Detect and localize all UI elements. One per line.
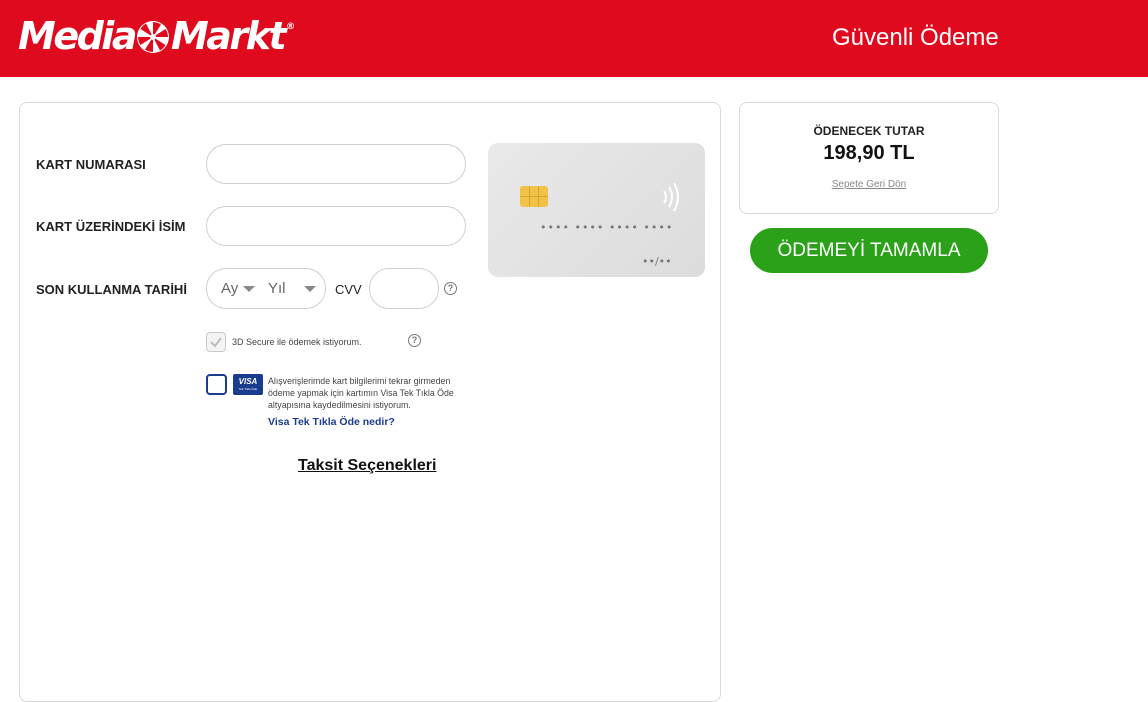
secure3d-help-icon[interactable]: ? xyxy=(408,334,421,347)
order-summary: ÖDENECEK TUTAR 198,90 TL Sepete Geri Dön xyxy=(739,102,999,214)
mediamarkt-logo[interactable]: Media Markt ® xyxy=(18,14,295,58)
cvv-label: CVV xyxy=(335,282,362,297)
visa-info-link[interactable]: Visa Tek Tıkla Öde nedir? xyxy=(268,416,395,428)
secure3d-checkbox[interactable] xyxy=(206,332,226,352)
month-chevron-down-icon xyxy=(243,286,255,292)
visa-logo: VISA Tek Tıkla Öde xyxy=(233,374,263,395)
top-header: Media Markt ® Güvenli Ödeme xyxy=(0,0,1148,77)
month-select[interactable]: Ay xyxy=(221,280,238,297)
checkmark-icon xyxy=(210,337,222,348)
card-name-input[interactable] xyxy=(206,206,466,246)
logo-text-markt: Markt xyxy=(170,14,287,58)
year-select[interactable]: Yıl xyxy=(268,280,286,297)
amount-label: ÖDENECEK TUTAR xyxy=(813,124,925,138)
installments-link[interactable]: Taksit Seçenekleri xyxy=(298,457,436,475)
visa-logo-subtext: Tek Tıkla Öde xyxy=(238,387,258,391)
page-title: Güvenli Ödeme xyxy=(832,24,999,51)
cvv-help-icon[interactable]: ? xyxy=(444,282,457,295)
secure3d-label: 3D Secure ile ödemek istiyorum. xyxy=(232,337,362,347)
card-preview: •••• •••• •••• •••• ••/•• xyxy=(488,143,705,277)
card-number-input[interactable] xyxy=(206,144,466,184)
cvv-input[interactable] xyxy=(369,268,439,309)
expiry-label: SON KULLANMA TARİHİ xyxy=(36,282,187,297)
card-chip-icon xyxy=(520,186,548,207)
card-expiry-mask: ••/•• xyxy=(642,255,672,268)
visa-logo-text: VISA xyxy=(238,377,258,386)
visa-save-text: Alışverişlerimde kart bilgilerimi tekrar… xyxy=(268,376,454,410)
card-number-label: KART NUMARASI xyxy=(36,157,146,172)
card-number-mask: •••• •••• •••• •••• xyxy=(540,221,674,234)
complete-payment-button[interactable]: ÖDEMEYİ TAMAMLA xyxy=(750,228,988,273)
card-form-panel: KART NUMARASI KART ÜZERİNDEKİ İSİM SON K… xyxy=(19,102,721,702)
logo-text-media: Media xyxy=(18,14,137,58)
amount-value: 198,90 TL xyxy=(823,142,915,164)
card-name-label: KART ÜZERİNDEKİ İSİM xyxy=(36,219,186,234)
back-to-cart-link[interactable]: Sepete Geri Dön xyxy=(740,179,998,190)
visa-save-checkbox[interactable] xyxy=(206,374,227,395)
logo-swirl-icon xyxy=(136,19,170,53)
year-chevron-down-icon xyxy=(304,286,316,292)
expiry-select-group: Ay Yıl xyxy=(206,268,326,309)
registered-mark: ® xyxy=(286,22,296,32)
contactless-icon xyxy=(663,182,679,212)
